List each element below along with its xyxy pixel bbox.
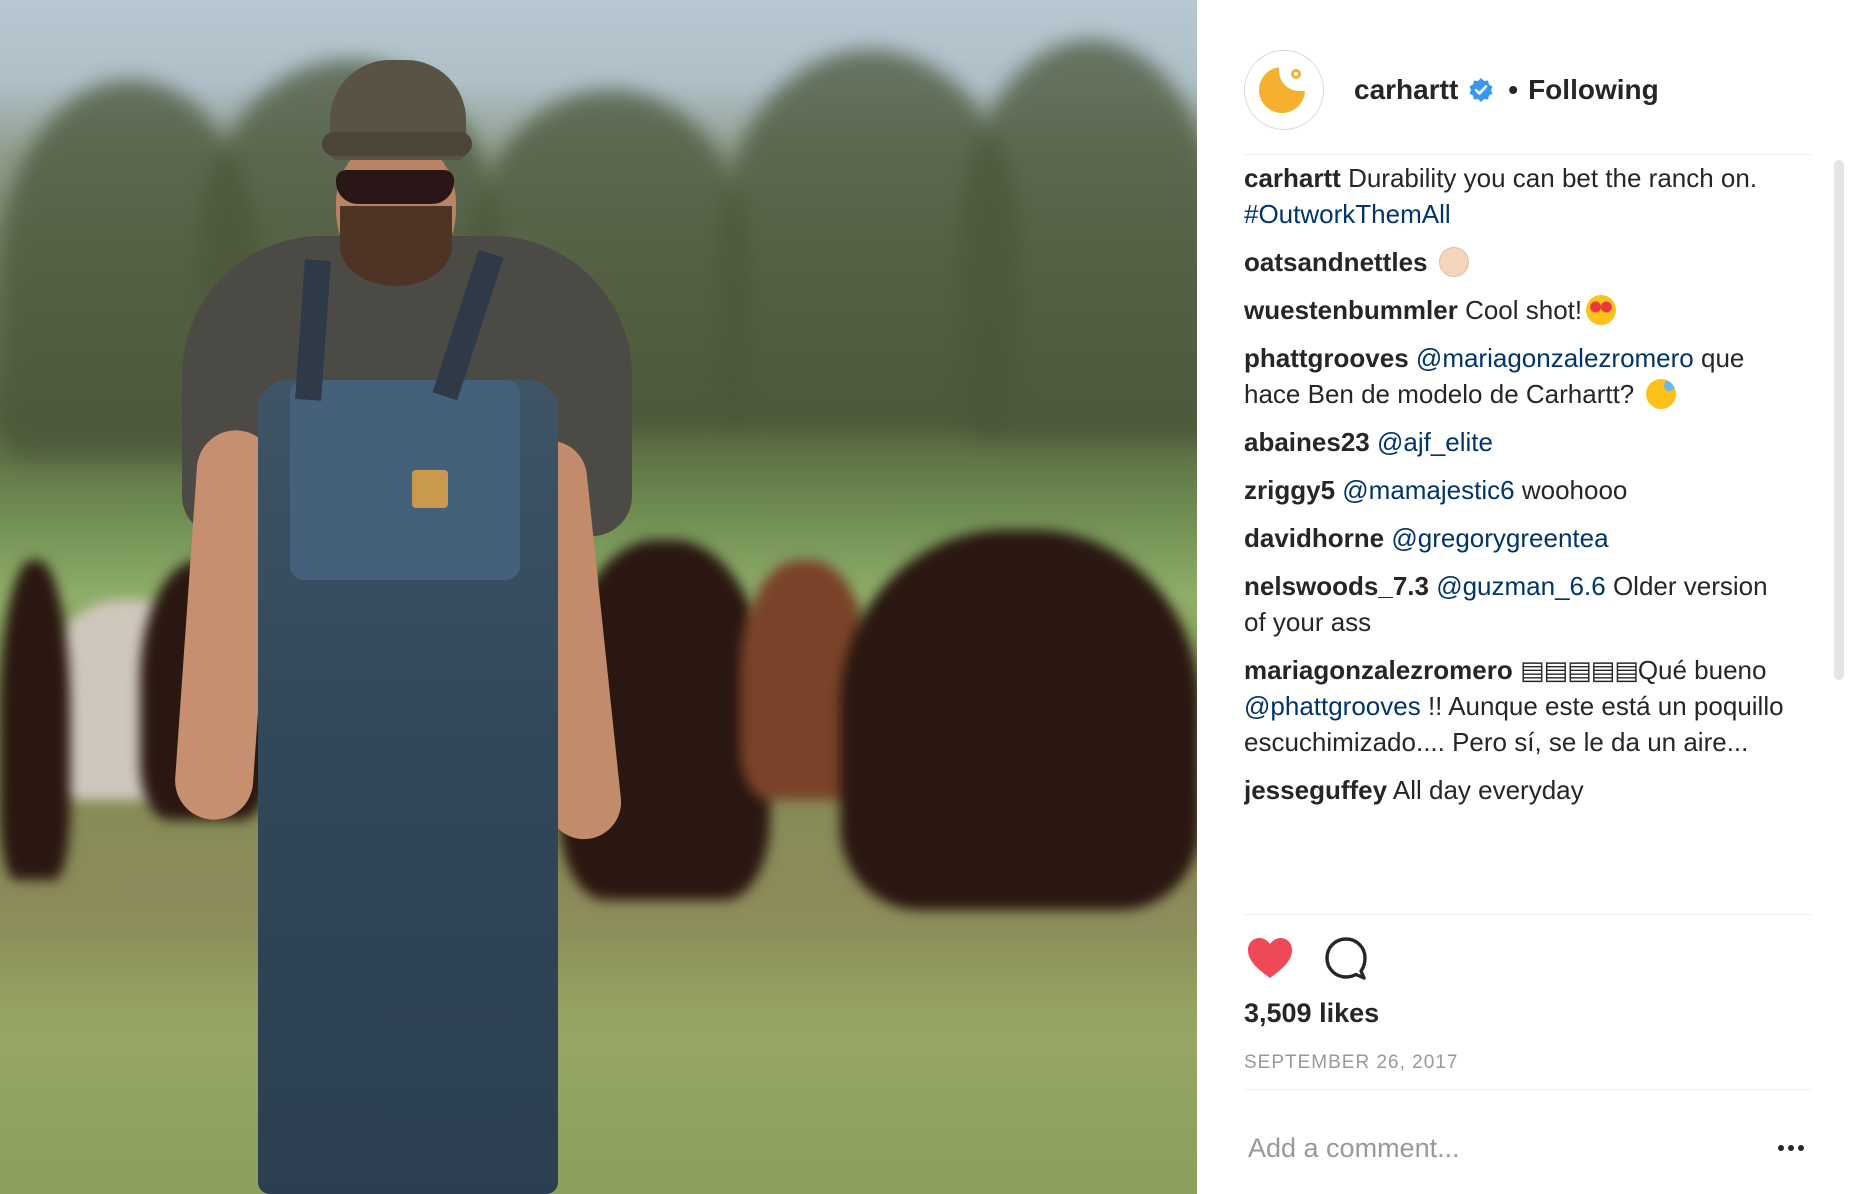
caption-text: Durability you can bet the ranch on. — [1348, 163, 1758, 193]
comment-mention[interactable]: @gregorygreentea — [1391, 523, 1608, 553]
comment-item: nelswoods_7.3 @guzman_6.6 Older version … — [1244, 568, 1792, 640]
flag-emoji-icons: ▤▤▤▤▤ — [1519, 655, 1639, 685]
comment-input[interactable] — [1244, 1132, 1771, 1164]
comment-text: All day everyday — [1392, 775, 1584, 805]
comment-text: Qué bueno — [1637, 655, 1767, 685]
comment-text: woohooo — [1521, 475, 1628, 505]
comment-username[interactable]: nelswoods_7.3 — [1244, 571, 1429, 601]
comment-username[interactable]: wuestenbummler — [1244, 295, 1458, 325]
comment-item: mariagonzalezromero ▤▤▤▤▤Qué bueno @phat… — [1244, 652, 1792, 760]
comment-mention[interactable]: @mamajestic6 — [1342, 475, 1514, 505]
caption-username[interactable]: carhartt — [1244, 163, 1341, 193]
post-header: carhartt • Following — [1244, 40, 1811, 140]
verified-badge-icon — [1468, 77, 1494, 103]
comment-username[interactable]: jesseguffey — [1244, 775, 1387, 805]
post-date: SEPTEMBER 26, 2017 — [1244, 1052, 1459, 1073]
heart-icon[interactable] — [1244, 932, 1296, 984]
comment-item: davidhorne @gregorygreentea — [1244, 520, 1792, 556]
more-options-icon[interactable] — [1771, 1128, 1811, 1168]
avatar[interactable] — [1244, 50, 1324, 130]
comment-item: oatsandnettles — [1244, 244, 1792, 280]
likes-count[interactable]: 3,509 likes — [1244, 998, 1379, 1029]
carhartt-logo-icon — [1257, 63, 1311, 117]
caption: carhartt Durability you can bet the ranc… — [1244, 160, 1792, 232]
comment-mention[interactable]: @ajf_elite — [1377, 427, 1493, 457]
comment-username[interactable]: phattgrooves — [1244, 343, 1409, 373]
comment-item: wuestenbummler Cool shot! — [1244, 292, 1792, 328]
comment-item: abaines23 @ajf_elite — [1244, 424, 1792, 460]
add-comment-bar — [1244, 1120, 1811, 1176]
action-bar — [1244, 932, 1396, 984]
caption-hashtag[interactable]: #OutworkThemAll — [1244, 199, 1451, 229]
author-username[interactable]: carhartt — [1354, 74, 1458, 106]
post-side-panel: carhartt • Following carhartt Durability… — [1197, 0, 1858, 1194]
comment-mention[interactable]: @guzman_6.6 — [1436, 571, 1606, 601]
header-separator: • — [1508, 74, 1519, 105]
comment-username[interactable]: mariagonzalezromero — [1244, 655, 1513, 685]
comment-item: phattgrooves @mariagonzalezromero que ha… — [1244, 340, 1792, 412]
comment-item: jesseguffey All day everyday — [1244, 772, 1792, 808]
comment-mention[interactable]: @mariagonzalezromero — [1416, 343, 1694, 373]
comment-username[interactable]: davidhorne — [1244, 523, 1384, 553]
comment-item: zriggy5 @mamajestic6 woohooo — [1244, 472, 1792, 508]
footer-divider — [1244, 1089, 1811, 1090]
following-button[interactable]: Following — [1528, 74, 1659, 106]
comment-text: Cool shot! — [1465, 295, 1583, 325]
sweat-smile-emoji-icon — [1645, 379, 1676, 409]
comment-username[interactable]: abaines23 — [1244, 427, 1370, 457]
ok-hand-emoji-icon — [1438, 247, 1469, 277]
comment-username[interactable]: oatsandnettles — [1244, 247, 1428, 277]
comment-username[interactable]: zriggy5 — [1244, 475, 1335, 505]
comments-scrollbar[interactable] — [1834, 160, 1844, 680]
comments-list[interactable]: carhartt Durability you can bet the ranc… — [1244, 160, 1792, 910]
header-divider — [1244, 154, 1811, 155]
post-photo[interactable] — [0, 0, 1197, 1194]
comment-mention[interactable]: @phattgrooves — [1244, 691, 1421, 721]
comment-icon[interactable] — [1320, 932, 1372, 984]
instagram-post: carhartt • Following carhartt Durability… — [0, 0, 1858, 1194]
heart-eyes-emoji-icon — [1586, 295, 1617, 325]
comments-divider — [1244, 914, 1811, 915]
